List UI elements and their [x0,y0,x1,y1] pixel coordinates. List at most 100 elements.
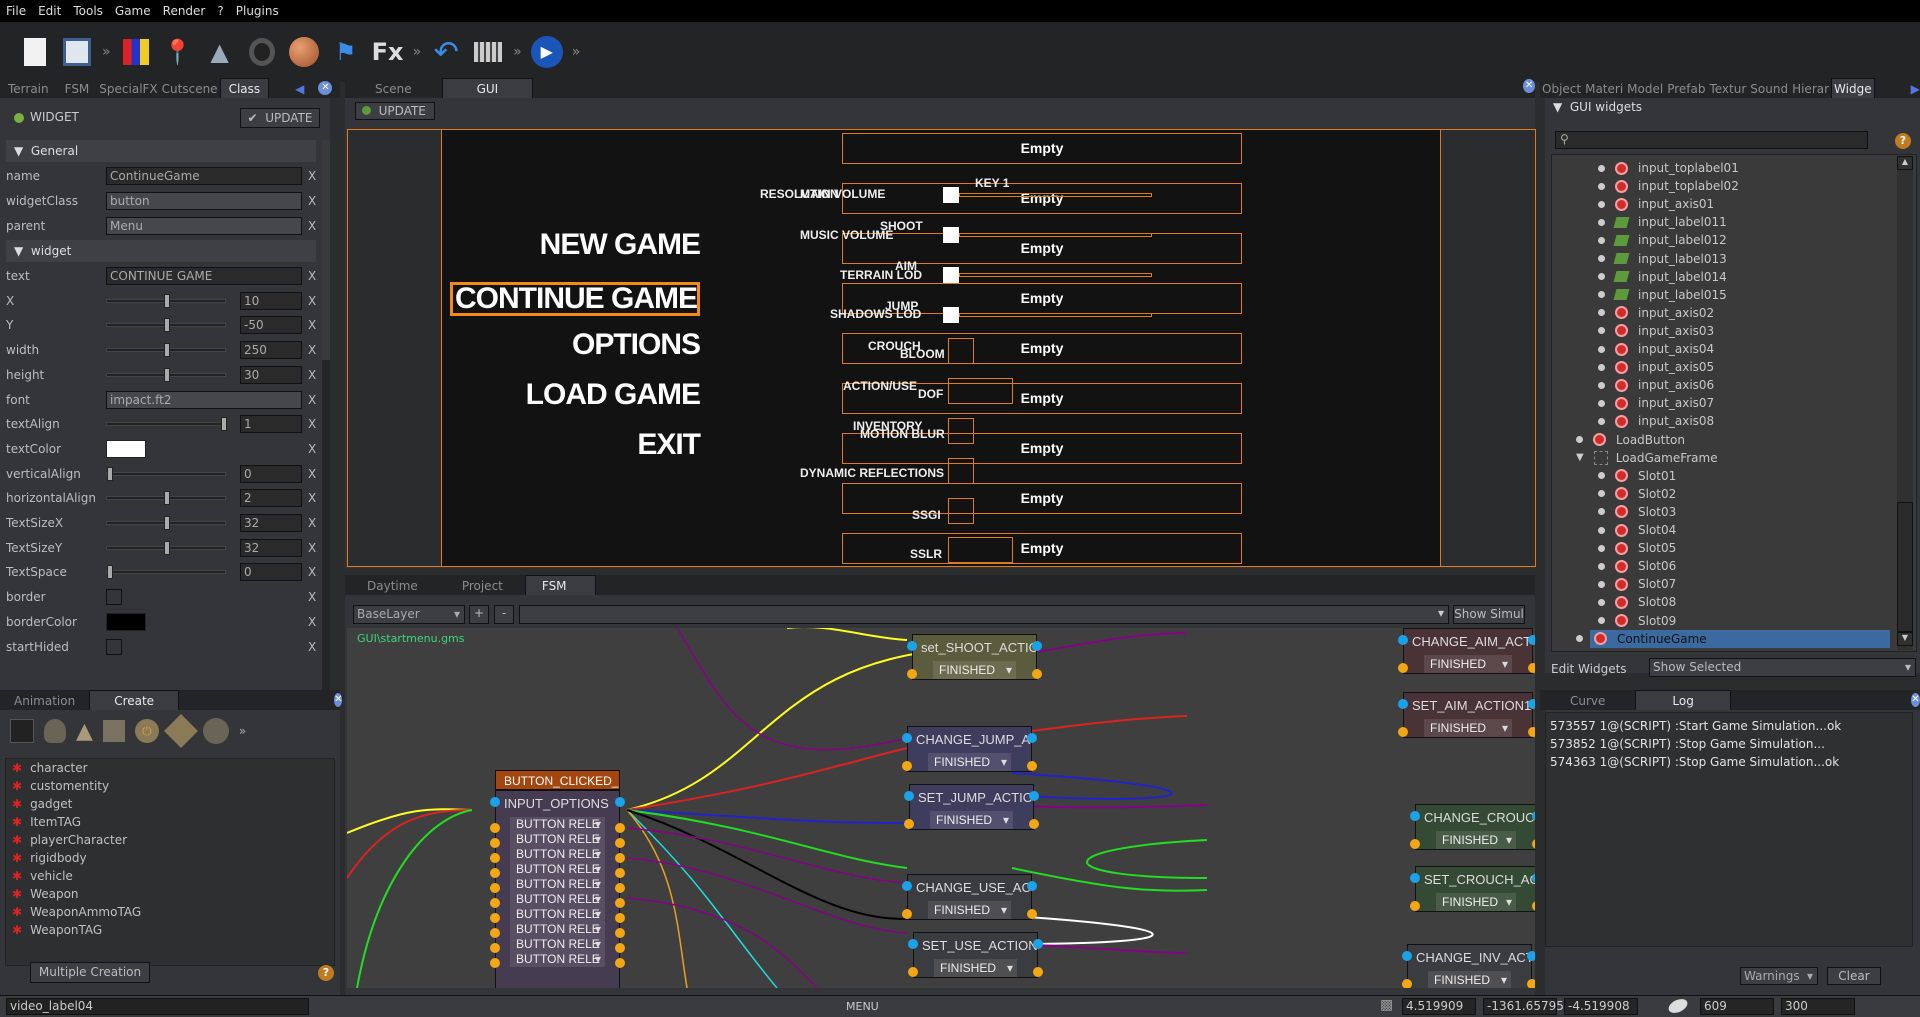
connection-port[interactable] [490,868,500,878]
connection-port[interactable] [1027,909,1037,919]
fsm-node-set-shoot[interactable]: set_SHOOT_ACTION1FINISHED [907,634,1042,680]
slider-handle[interactable] [164,516,170,530]
Y-slider[interactable] [106,318,226,333]
menu-tools[interactable]: Tools [73,4,103,18]
horizontalAlign-slider[interactable] [106,491,226,506]
textAlign-value[interactable]: 1 [240,415,302,434]
tree-item[interactable]: ContinueGame [1576,629,1890,648]
remove-icon[interactable]: X [308,318,316,332]
tree-item[interactable]: ▼ LoadGameFrame [1576,449,1876,467]
event-row[interactable]: BUTTON RELE [510,877,605,892]
connection-port[interactable] [902,733,912,743]
keyboard-icon[interactable] [471,35,505,69]
connection-port[interactable] [1410,873,1420,883]
expand-icon[interactable]: ▼ [1576,452,1584,463]
slider-handle[interactable] [943,267,959,283]
tree-item[interactable]: input_axis01 [1598,195,1898,213]
tab-create[interactable]: Create [89,690,180,710]
tree-item[interactable]: input_axis02 [1598,304,1898,322]
menu-render[interactable]: Render [163,4,206,18]
tab-project[interactable]: Project [440,577,525,595]
scroll-thumb[interactable] [1897,502,1913,632]
tab-fsm-graph[interactable]: FSM Graph [524,575,596,613]
fsm-node-set-use[interactable]: SET_USE_ACTION1 FINISHED [908,932,1043,978]
remove-icon[interactable]: X [308,516,316,530]
empty-slot[interactable]: Empty [842,183,1242,214]
connection-port[interactable] [1527,979,1535,988]
show-simulation-button[interactable]: Show Simul [1453,605,1525,624]
slider-handle[interactable] [943,307,959,323]
tree-item[interactable]: input_axis07 [1598,394,1898,412]
section-widget[interactable]: ▼ widget [6,240,316,262]
triangle-icon[interactable]: ▲ [76,719,93,744]
width-value[interactable]: 250 [240,341,302,360]
remove-icon[interactable]: X [308,269,316,283]
connection-port[interactable] [615,913,625,923]
class-list-item[interactable]: ✱ WeaponTAG [6,921,334,939]
connection-port[interactable] [615,868,625,878]
properties-scrollbar[interactable] [322,140,330,690]
clear-log-button[interactable]: Clear [1827,967,1881,985]
layer-select[interactable]: BaseLayer ▾ [353,605,465,624]
event-row[interactable]: BUTTON RELE [510,892,605,907]
tree-item[interactable]: input_axis06 [1598,376,1898,394]
options-checkbox[interactable] [948,458,974,484]
connection-port[interactable] [615,797,625,807]
connection-port[interactable] [490,928,500,938]
camera-x-field[interactable]: 4.519909 [1402,998,1476,1015]
TextSpace-slider[interactable] [106,565,226,580]
height-value[interactable]: 30 [240,365,302,384]
class-list-item[interactable]: ✱ Weapon [6,885,334,903]
tree-item[interactable]: input_axis08 [1598,412,1898,430]
connection-port[interactable] [615,853,625,863]
textAlign-slider[interactable] [106,417,227,432]
slider-handle[interactable] [221,417,227,432]
remove-icon[interactable]: X [308,343,316,357]
event-row[interactable]: BUTTON RELE [510,907,605,922]
connection-port[interactable] [1398,727,1408,737]
slider-handle[interactable] [943,187,959,203]
tree-item[interactable]: input_label014 [1598,268,1898,286]
mouse-y-field[interactable]: 300 [1781,998,1855,1015]
slider-handle[interactable] [943,227,959,243]
tab-widge[interactable]: Widge [1831,78,1875,98]
remove-icon[interactable]: X [308,442,316,456]
event-row[interactable]: BUTTON RELE [510,862,605,877]
menu-plugins[interactable]: Plugins [236,4,279,18]
tab-animation[interactable]: Animation [0,692,89,710]
slider-handle[interactable] [107,565,113,580]
mouse-x-field[interactable]: 609 [1700,998,1774,1015]
borderColor-swatch[interactable] [106,612,146,631]
save-icon[interactable] [60,35,94,69]
options-checkbox[interactable] [948,378,1013,404]
scroll-down-icon[interactable]: ▼ [1897,632,1913,646]
class-list-item[interactable]: ✱ vehicle [6,867,334,885]
tree-item[interactable]: Slot01 [1598,467,1898,485]
tree-item[interactable]: Slot07 [1598,575,1898,593]
connection-port[interactable] [615,838,625,848]
connection-port[interactable] [615,898,625,908]
tab-class[interactable]: Class [219,78,270,98]
connection-port[interactable] [907,641,917,651]
tree-item[interactable]: Slot03 [1598,503,1898,521]
remove-icon[interactable]: X [308,565,316,579]
text-field[interactable]: CONTINUE GAME [106,267,302,285]
connection-port[interactable] [615,943,625,953]
log-filter-select[interactable]: Warnings ▾ [1740,967,1818,985]
TextSpace-value[interactable]: 0 [240,563,302,582]
connection-port[interactable] [1032,641,1042,651]
fsm-graph-canvas[interactable]: GUI\startmenu.gms BUTTON_CLICKED_ INPUT_… [347,628,1535,988]
fsm-node-set-crouch[interactable]: SET_CROUCH_ACTIFINISHED [1410,866,1535,912]
parent-field[interactable]: Menu [106,217,302,235]
gui-menu-item[interactable]: CONTINUE GAME [450,282,700,316]
section-general[interactable]: ▼ General [6,140,316,162]
power-icon[interactable]: ⏻ [134,719,159,743]
tab-cutscene[interactable]: Cutscene [160,80,220,98]
undo-icon[interactable]: ↶ [429,35,463,70]
connection-port[interactable] [1398,663,1408,673]
options-checkbox[interactable] [948,537,1013,563]
fsm-node-input-options[interactable]: INPUT_OPTIONSBUTTON RELEBUTTON RELEBUTTO… [490,790,625,988]
remove-icon[interactable]: X [308,294,316,308]
gui-menu-item[interactable]: OPTIONS [450,328,701,362]
tab-textur[interactable]: Textur [1707,80,1748,98]
